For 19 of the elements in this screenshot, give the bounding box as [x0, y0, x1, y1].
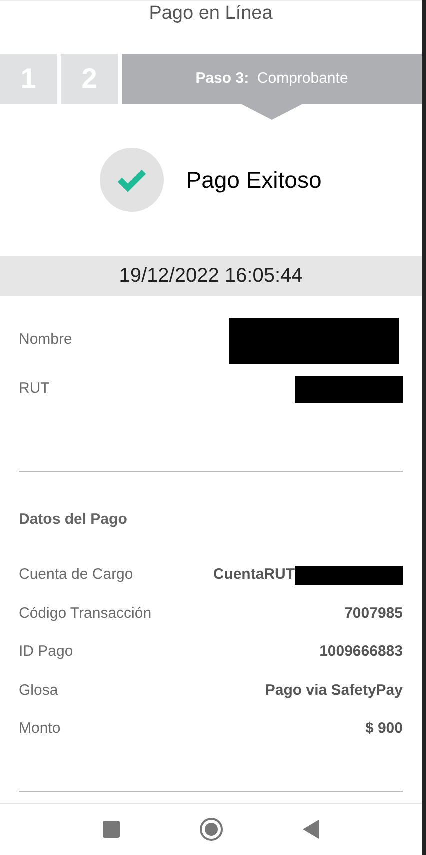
back-icon[interactable]	[303, 820, 319, 839]
step-pointer-icon	[241, 104, 303, 120]
field-label: Cuenta de Cargo	[19, 565, 134, 585]
field-value: 1009666883	[320, 642, 403, 662]
field-value: $ 900	[365, 719, 403, 739]
page-title: Pago en Línea	[149, 2, 273, 26]
field-value: Pago via SafetyPay	[265, 680, 403, 700]
field-label: Glosa	[19, 680, 58, 700]
field-label: Nombre	[19, 330, 72, 350]
section-heading: Datos del Pago	[19, 510, 128, 530]
datetime-bar: 19/12/2022 16:05:44	[0, 256, 422, 296]
field-value: 7007985	[344, 604, 403, 624]
field-label: Monto	[19, 719, 61, 739]
field-value: CuentaRUT	[213, 565, 295, 585]
field-label: Código Transacción	[19, 604, 152, 624]
home-icon[interactable]	[200, 818, 223, 841]
field-label: RUT	[19, 379, 50, 400]
field-label: ID Pago	[19, 642, 74, 662]
status-text: Pago Exitoso	[186, 166, 322, 195]
